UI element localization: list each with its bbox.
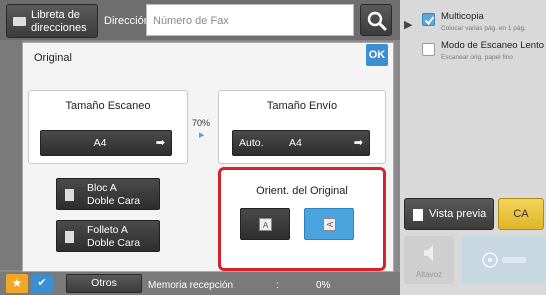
- memory-label: Memoria recepción: [148, 280, 234, 291]
- checkmark-icon[interactable]: ✔: [31, 274, 53, 293]
- multicopy-checkbox[interactable]: [422, 13, 435, 26]
- multicopy-subtitle: Colocar varias pág. en 1 pág.: [441, 25, 526, 32]
- collapse-arrow-icon[interactable]: ▶: [404, 18, 412, 31]
- orientation-sideways-icon: A: [323, 218, 336, 231]
- orientation-upright-icon: A: [259, 218, 272, 231]
- preview-icon: [413, 209, 423, 221]
- address-label: Dirección: [104, 15, 150, 27]
- address-book-label-line2: direcciones: [31, 22, 87, 34]
- address-book-button[interactable]: Libreta de direcciones: [6, 4, 98, 38]
- ok-button[interactable]: OK: [366, 44, 388, 66]
- folleto-label-line1: Folleto A: [87, 224, 128, 236]
- speaker-icon: [424, 245, 433, 261]
- speaker-label: Altavoz: [415, 270, 443, 279]
- slow-scan-title: Modo de Escaneo Lento: [441, 40, 544, 51]
- multicopy-title: Multicopia: [441, 11, 484, 22]
- scan-size-value: A4: [93, 137, 107, 149]
- search-button[interactable]: [360, 4, 392, 36]
- bloc-icon: [65, 189, 74, 201]
- memory-separator: :: [276, 280, 279, 291]
- send-size-value: A4: [289, 137, 302, 149]
- send-size-title: Tamaño Envío: [266, 100, 338, 112]
- orientation-upright-button[interactable]: A: [240, 208, 290, 240]
- panel-title: Original: [34, 52, 72, 64]
- bloc-duplex-button[interactable]: Bloc A Doble Cara: [56, 178, 160, 210]
- bloc-label-line2: Doble Cara: [87, 195, 141, 207]
- search-icon: [367, 11, 387, 31]
- arrow-right-icon: ➡: [155, 137, 165, 149]
- orientation-title: Orient. del Original: [256, 185, 348, 197]
- speaker-button[interactable]: Altavoz: [404, 236, 454, 284]
- scan-size-title: Tamaño Escaneo: [65, 100, 151, 112]
- send-size-mode: Auto.: [239, 137, 264, 149]
- start-button[interactable]: [462, 236, 546, 284]
- folleto-duplex-button[interactable]: Folleto A Doble Cara: [56, 220, 160, 252]
- address-book-icon: [13, 17, 26, 26]
- check-icon: [424, 16, 435, 26]
- folleto-icon: [65, 231, 74, 243]
- bloc-label-line1: Bloc A: [87, 182, 117, 194]
- clear-all-button[interactable]: CA: [498, 198, 544, 230]
- fax-number-input[interactable]: Número de Fax: [146, 4, 354, 36]
- ratio-arrow-icon: ▶: [199, 132, 205, 139]
- preview-button[interactable]: Vista previa: [404, 198, 494, 230]
- favorite-star-icon[interactable]: ★: [6, 274, 28, 293]
- orientation-sideways-button[interactable]: A: [304, 208, 354, 240]
- ratio-label: 70%: [192, 118, 211, 128]
- scan-size-button[interactable]: A4 ➡: [40, 130, 172, 156]
- slow-scan-checkbox[interactable]: [422, 43, 435, 56]
- slow-scan-subtitle: Escanear orig. papel fino: [441, 54, 513, 61]
- arrow-right-icon: ➡: [353, 137, 363, 149]
- start-icon: [482, 252, 526, 268]
- send-size-button[interactable]: Auto. A4 ➡: [232, 130, 370, 156]
- preview-label: Vista previa: [429, 208, 487, 220]
- memory-value: 0%: [316, 280, 331, 291]
- address-book-label-line1: Libreta de: [31, 9, 80, 21]
- folleto-label-line2: Doble Cara: [87, 237, 141, 249]
- others-button[interactable]: Otros: [66, 274, 142, 293]
- dimmed-background-strip: [0, 40, 22, 270]
